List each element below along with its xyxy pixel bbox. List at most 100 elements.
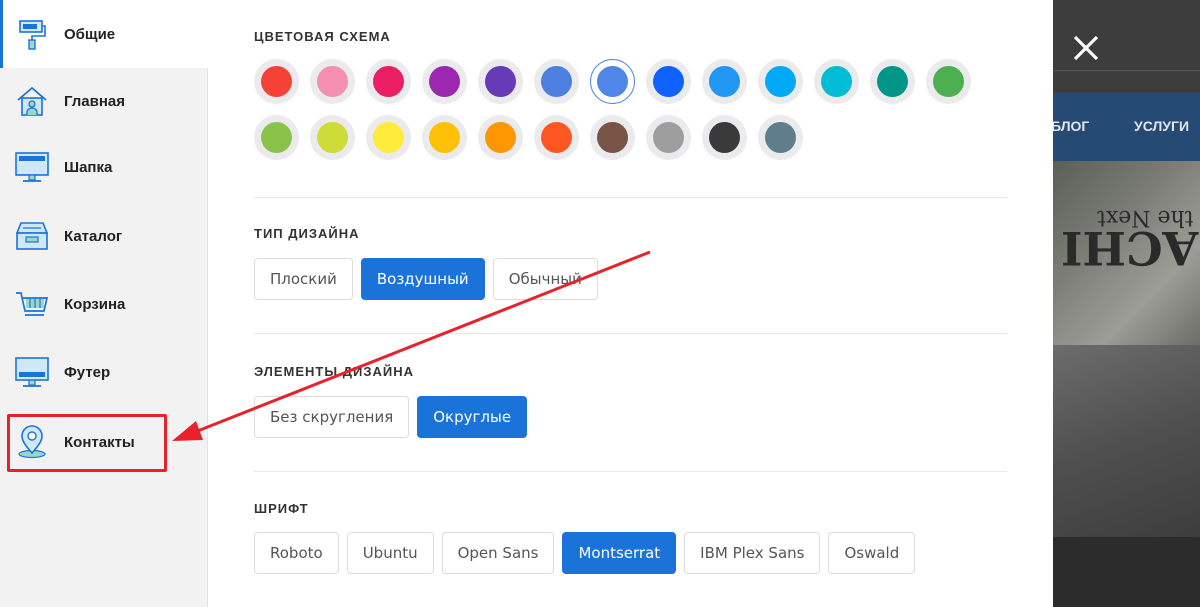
font-option-button[interactable]: Ubuntu	[346, 532, 434, 574]
settings-sidebar: Общие Главная Шапка Каталог Корзина Футе…	[0, 0, 209, 607]
color-swatch[interactable]	[310, 115, 355, 160]
monitor-icon	[13, 353, 51, 391]
design-type-option-button[interactable]: Плоский	[254, 258, 353, 300]
color-swatch-dot	[765, 66, 796, 97]
catalog-box-icon	[13, 217, 51, 255]
font-option-button[interactable]: Montserrat	[562, 532, 677, 574]
paint-roller-icon	[13, 15, 51, 53]
color-swatch[interactable]	[870, 59, 915, 104]
color-swatch-row-1	[254, 59, 971, 104]
sidebar-item-home[interactable]: Главная	[0, 67, 208, 135]
design-type-option-button[interactable]: Обычный	[492, 258, 598, 300]
color-swatch-dot	[933, 66, 964, 97]
sidebar-item-label: Корзина	[64, 295, 126, 313]
sidebar-item-catalog[interactable]: Каталог	[0, 202, 208, 270]
color-swatch[interactable]	[478, 115, 523, 160]
color-swatch[interactable]	[310, 59, 355, 104]
color-swatch[interactable]	[534, 115, 579, 160]
color-swatch[interactable]	[590, 115, 635, 160]
color-swatch[interactable]	[646, 59, 691, 104]
color-swatch[interactable]	[590, 59, 635, 104]
color-swatch-dot	[541, 66, 572, 97]
section-divider	[254, 333, 1007, 334]
design-elements-title: ЭЛЕМЕНТЫ ДИЗАЙНА	[254, 364, 414, 379]
color-swatch-dot	[877, 66, 908, 97]
site-nav-item: БЛОГ	[1053, 118, 1090, 134]
font-option-button[interactable]: Roboto	[254, 532, 339, 574]
color-swatch-dot	[821, 66, 852, 97]
font-title: ШРИФТ	[254, 501, 309, 516]
sidebar-item-label: Каталог	[64, 227, 123, 245]
sidebar-item-header[interactable]: Шапка	[0, 133, 208, 201]
color-swatch[interactable]	[254, 59, 299, 104]
sidebar-item-label: Общие	[64, 25, 116, 43]
sidebar-item-footer[interactable]: Футер	[0, 338, 208, 406]
color-scheme-title: ЦВЕТОВАЯ СХЕМА	[254, 29, 391, 44]
color-swatch-dot	[709, 122, 740, 153]
color-swatch[interactable]	[814, 59, 859, 104]
sidebar-item-label: Главная	[64, 92, 126, 110]
sidebar-item-general[interactable]: Общие	[0, 0, 209, 68]
site-hero-subtext: the Next	[1097, 205, 1194, 230]
color-swatch-dot	[765, 122, 796, 153]
sidebar-item-label: Футер	[64, 363, 111, 381]
settings-panel: ЦВЕТОВАЯ СХЕМА ТИП ДИЗАЙНА Плоский Воздуш…	[209, 0, 1053, 607]
close-button[interactable]	[1066, 28, 1106, 68]
font-option-button[interactable]: Oswald	[828, 532, 916, 574]
color-swatch-dot	[373, 122, 404, 153]
site-preview-nav: БЛОГ УСЛУГИ	[1053, 93, 1200, 161]
section-divider	[254, 197, 1007, 198]
color-swatch[interactable]	[926, 59, 971, 104]
color-swatch-dot	[541, 122, 572, 153]
color-swatch[interactable]	[534, 59, 579, 104]
color-swatch-dot	[429, 122, 460, 153]
design-type-option-button[interactable]: Воздушный	[360, 258, 485, 300]
color-swatch-dot	[317, 122, 348, 153]
site-preview-divider	[1053, 70, 1200, 71]
color-swatch[interactable]	[646, 115, 691, 160]
annotation-highlight-box	[7, 414, 167, 472]
section-divider	[254, 471, 1007, 472]
site-nav-item: УСЛУГИ	[1134, 118, 1190, 134]
site-preview-lower-image	[1053, 345, 1200, 537]
color-swatch[interactable]	[366, 115, 411, 160]
color-swatch[interactable]	[758, 115, 803, 160]
monitor-icon	[13, 148, 51, 186]
design-elements-option-button[interactable]: Округлые	[417, 396, 528, 438]
home-icon	[13, 82, 51, 120]
color-swatch-dot	[317, 66, 348, 97]
color-swatch[interactable]	[366, 59, 411, 104]
color-swatch-dot	[429, 66, 460, 97]
design-type-options: Плоский Воздушный Обычный	[254, 258, 598, 300]
color-swatch-dot	[373, 66, 404, 97]
color-swatch-row-2	[254, 115, 803, 160]
sidebar-item-label: Шапка	[64, 158, 113, 176]
color-swatch[interactable]	[702, 59, 747, 104]
color-swatch[interactable]	[702, 115, 747, 160]
font-option-button[interactable]: Open Sans	[441, 532, 555, 574]
color-swatch-dot	[597, 122, 628, 153]
color-swatch-dot	[709, 66, 740, 97]
color-swatch-dot	[653, 66, 684, 97]
font-option-button[interactable]: IBM Plex Sans	[684, 532, 821, 574]
color-swatch-dot	[261, 66, 292, 97]
design-type-title: ТИП ДИЗАЙНА	[254, 226, 360, 241]
color-swatch[interactable]	[478, 59, 523, 104]
design-elements-options: Без скругления Округлые	[254, 396, 528, 438]
site-preview-bottom	[1053, 537, 1200, 607]
color-swatch-dot	[485, 66, 516, 97]
site-preview-background: БЛОГ УСЛУГИ ACHI the Next	[1053, 0, 1200, 607]
font-options: Roboto Ubuntu Open Sans Montserrat IBM Plex …	[254, 532, 916, 574]
color-swatch-dot	[653, 122, 684, 153]
color-swatch[interactable]	[422, 59, 467, 104]
design-elements-option-button[interactable]: Без скругления	[254, 396, 410, 438]
color-swatch-dot	[485, 122, 516, 153]
sidebar-item-cart[interactable]: Корзина	[0, 270, 208, 338]
color-swatch-dot	[261, 122, 292, 153]
site-preview-hero-image: ACHI the Next	[1053, 161, 1200, 345]
color-swatch[interactable]	[422, 115, 467, 160]
close-icon	[1073, 35, 1099, 61]
color-swatch[interactable]	[758, 59, 803, 104]
color-swatch[interactable]	[254, 115, 299, 160]
color-swatch-dot	[597, 66, 628, 97]
